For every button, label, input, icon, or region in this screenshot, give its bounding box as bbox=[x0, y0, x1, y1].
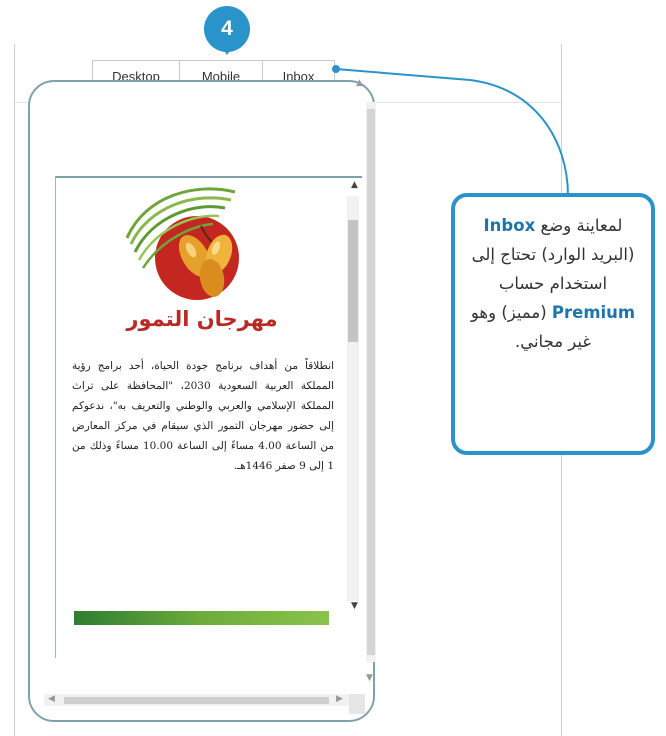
outer-scrollbar-thumb[interactable] bbox=[367, 109, 375, 655]
callout-inbox-term: Inbox bbox=[483, 216, 536, 235]
inbox-info-callout: لمعاينة وضع Inbox (البريد الوارد) تحتاج … bbox=[451, 193, 655, 455]
email-title: مهرجان التمور bbox=[126, 307, 278, 331]
scrollbar-corner bbox=[349, 694, 365, 714]
email-body-text: انطلاقاً من أهداف برنامج جودة الحياة، أح… bbox=[72, 360, 334, 472]
scroll-left-arrow-icon[interactable]: ◀ bbox=[48, 694, 55, 704]
badge-pointer bbox=[221, 46, 233, 55]
callout-text-2: (البريد الوارد) تحتاج إلى استخدام حساب bbox=[471, 245, 635, 293]
inner-scroll-down-arrow-icon[interactable]: ▼ bbox=[351, 601, 358, 611]
inner-scroll-up-arrow-icon[interactable]: ▲ bbox=[351, 180, 358, 190]
callout-premium-term: Premium bbox=[551, 303, 636, 322]
scroll-right-arrow-icon[interactable]: ▶ bbox=[336, 694, 343, 704]
horizontal-scrollbar-thumb[interactable] bbox=[64, 697, 329, 704]
green-footer-bar bbox=[74, 611, 329, 625]
inner-scrollbar-thumb[interactable] bbox=[348, 220, 358, 342]
callout-text-1: لمعاينة وضع bbox=[535, 216, 623, 235]
dates-festival-logo-icon bbox=[125, 187, 239, 300]
scroll-up-arrow-icon[interactable]: ▲ bbox=[356, 78, 363, 88]
scroll-down-arrow-icon[interactable]: ▼ bbox=[366, 673, 373, 683]
